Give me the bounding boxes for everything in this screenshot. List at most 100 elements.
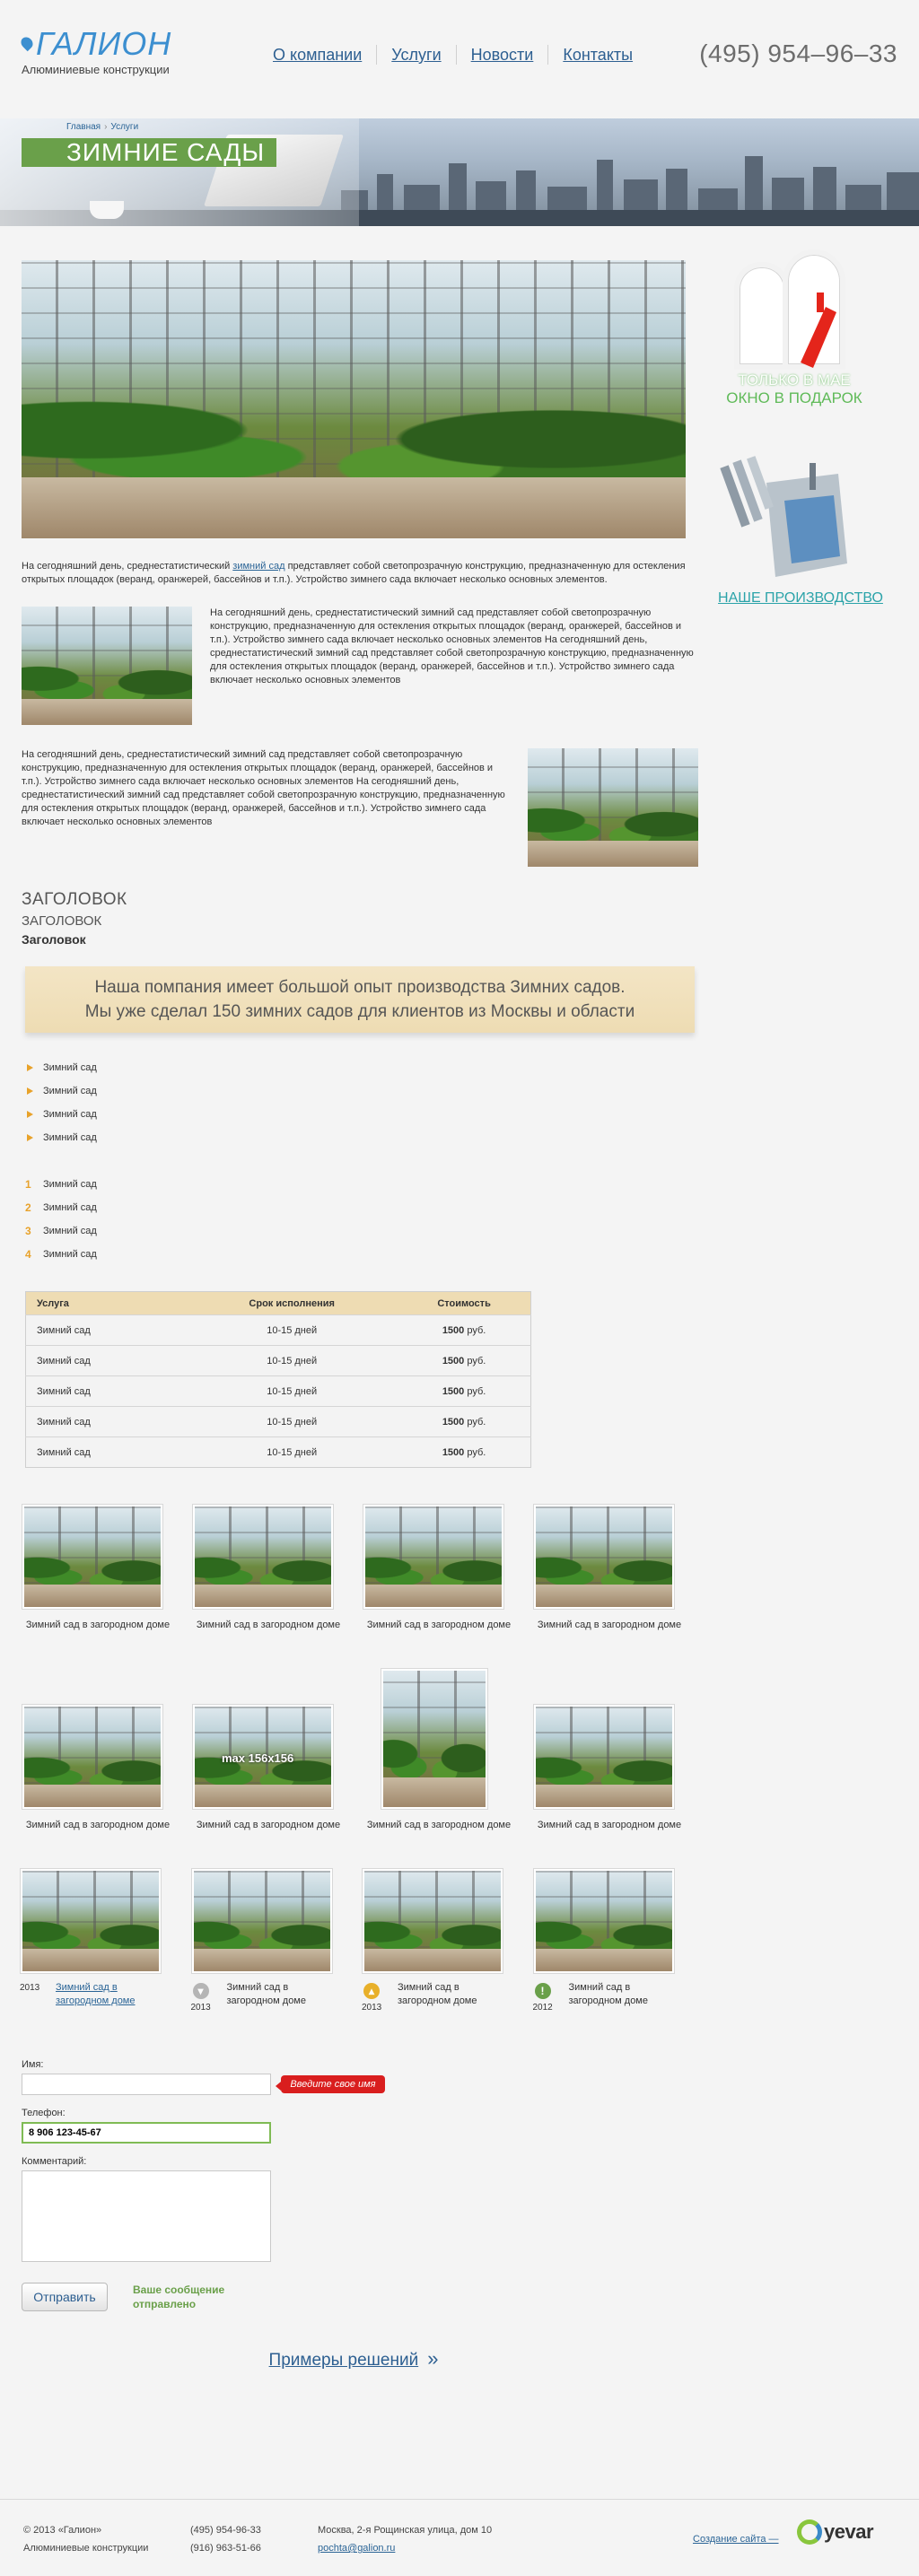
col-service-header: Услуга xyxy=(25,1291,187,1315)
thumbs-down-icon: ▾ xyxy=(192,1983,209,1999)
name-input[interactable] xyxy=(22,2074,271,2095)
gallery-thumbnail[interactable] xyxy=(22,1704,163,1810)
nav-services[interactable]: Услуги xyxy=(376,45,455,65)
list-item-text: Зимний сад xyxy=(43,1226,97,1236)
footer-phone-1: (495) 954-96-33 xyxy=(190,2525,261,2536)
header-phone: (495) 954–96–33 xyxy=(699,39,897,67)
nav-news[interactable]: Новости xyxy=(455,45,548,65)
gallery-caption: Зимний сад в загородном доме xyxy=(196,1620,341,1630)
gallery-item[interactable]: 2013 Зимний сад в загородном доме xyxy=(20,1868,191,2013)
logo-text: ГАЛИОН xyxy=(36,25,172,62)
gallery-thumbnail[interactable]: max 156x156 xyxy=(192,1704,334,1810)
gallery-thumbnail[interactable] xyxy=(533,1504,675,1610)
gallery-item[interactable]: max 156x156 Зимний сад в загородном доме xyxy=(192,1704,363,1832)
gallery-item[interactable]: Зимний сад в загородном доме xyxy=(22,1704,192,1832)
phone-input[interactable] xyxy=(22,2122,271,2144)
gallery-thumbnail[interactable] xyxy=(533,1704,675,1810)
examples-link[interactable]: Примеры решений xyxy=(269,2351,419,2370)
site-credit-link[interactable]: Создание сайта — xyxy=(693,2534,779,2545)
table-header-row: Услуга Срок исполнения Стоимость xyxy=(25,1291,531,1315)
breadcrumb: Главная › Услуги xyxy=(66,122,138,132)
quote-line-2: Мы уже сделал 150 зимних садов для клиен… xyxy=(84,1002,635,1021)
nav-contacts[interactable]: Контакты xyxy=(547,45,647,65)
gallery-thumbnail[interactable] xyxy=(22,1504,163,1610)
price-currency: руб. xyxy=(467,1416,486,1428)
promo-production[interactable]: НАШЕ ПРОИЗВОДСТВО xyxy=(713,456,892,607)
gallery-item[interactable]: ! 2012 Зимний сад в загородном доме xyxy=(532,1868,705,2013)
table-row: Зимний сад 10-15 дней 1500 руб. xyxy=(25,1345,531,1376)
cell-term: 10-15 дней xyxy=(186,1375,398,1407)
name-row: Введите свое имя xyxy=(22,2074,704,2095)
thumbs-up-icon: ▴ xyxy=(363,1983,380,1999)
footer-address: Москва, 2-я Рощинская улица, дом 10 poch… xyxy=(318,2521,492,2557)
gallery-caption: Зимний сад в загородном доме xyxy=(25,1820,171,1830)
price-table: Услуга Срок исполнения Стоимость Зимний … xyxy=(25,1291,531,1468)
gallery-item[interactable]: Зимний сад в загородном доме xyxy=(192,1504,363,1632)
gallery-thumbnail[interactable] xyxy=(363,1504,504,1610)
list-item-text: Зимний сад xyxy=(43,1249,97,1260)
gallery-thumbnail[interactable] xyxy=(190,1868,333,1974)
left-image-paragraph: На сегодняшний день, среднестатистически… xyxy=(210,607,694,685)
phone-label: Телефон: xyxy=(22,2108,66,2118)
cell-term: 10-15 дней xyxy=(186,1406,398,1437)
footer-email-link[interactable]: pochta@galion.ru xyxy=(318,2543,395,2554)
gallery-row-2: Зимний сад в загородном доме max 156x156… xyxy=(22,1668,704,1832)
gallery-item[interactable]: ▾ 2013 Зимний сад в загородном доме xyxy=(190,1868,363,2013)
cell-term: 10-15 дней xyxy=(186,1314,398,1346)
price-currency: руб. xyxy=(467,1355,486,1367)
gallery-thumbnail[interactable] xyxy=(532,1868,675,1974)
submit-row: Отправить Ваше сообщение отправлено xyxy=(22,2283,704,2311)
gallery-caption: Зимний сад в загородном доме xyxy=(196,1820,341,1830)
intro-link[interactable]: зимний сад xyxy=(232,561,284,572)
cell-term: 10-15 дней xyxy=(186,1345,398,1376)
gallery-item[interactable]: Зимний сад в загородном доме xyxy=(22,1504,192,1632)
submit-button[interactable]: Отправить xyxy=(22,2283,108,2311)
breadcrumb-separator: › xyxy=(104,122,108,132)
page-banner: Главная › Услуги ЗИМНИЕ САДЫ xyxy=(0,118,919,226)
footer-phones: (495) 954-96-33 (916) 963-51-66 xyxy=(190,2521,261,2557)
price-value: 1500 xyxy=(442,1355,465,1367)
list-item-text: Зимний сад xyxy=(43,1179,97,1190)
table-row: Зимний сад 10-15 дней 1500 руб. xyxy=(25,1375,531,1407)
left-garden-image xyxy=(22,607,192,725)
gallery-item[interactable]: Зимний сад в загородном доме xyxy=(533,1504,704,1632)
gallery-item[interactable]: Зимний сад в загородном доме xyxy=(533,1704,704,1832)
breadcrumb-services[interactable]: Услуги xyxy=(110,122,138,132)
gallery-caption: Зимний сад в загородном доме xyxy=(537,1820,682,1830)
list-item: 3 Зимний сад xyxy=(22,1219,704,1243)
gallery-caption: Зимний сад в загородном доме xyxy=(398,1982,477,2006)
nav-about[interactable]: О компании xyxy=(271,45,376,65)
gallery-thumbnail[interactable] xyxy=(20,1868,162,1974)
comment-textarea[interactable] xyxy=(22,2170,271,2262)
developer-logo[interactable]: yevar xyxy=(797,2519,874,2545)
table-row: Зимний сад 10-15 дней 1500 руб. xyxy=(25,1406,531,1437)
gallery-item[interactable]: Зимний сад в загородном доме xyxy=(363,1504,533,1632)
comment-label: Комментарий: xyxy=(22,2156,87,2167)
success-message: Ваше сообщение отправлено xyxy=(133,2283,225,2310)
drop-icon xyxy=(18,34,36,52)
promo-window-gift[interactable]: ТОЛЬКО В МАЕ ОКНО В ПОДАРОК xyxy=(726,244,862,407)
gallery-thumbnail[interactable] xyxy=(192,1504,334,1610)
breadcrumb-home[interactable]: Главная xyxy=(66,122,101,132)
yevar-logo-icon xyxy=(797,2519,822,2545)
gallery-row-1: Зимний сад в загородном доме Зимний сад … xyxy=(22,1504,704,1632)
gallery-item[interactable]: ▴ 2013 Зимний сад в загородном доме xyxy=(362,1868,533,2013)
gallery-thumbnail[interactable] xyxy=(381,1668,488,1810)
item-year: 2013 xyxy=(190,2003,211,2013)
cell-service: Зимний сад xyxy=(25,1314,187,1346)
right-image-paragraph: На сегодняшний день, среднестатистически… xyxy=(22,749,505,827)
footer-tagline: Алюминиевые конструкции xyxy=(23,2543,149,2554)
right-garden-image xyxy=(528,748,698,867)
price-currency: руб. xyxy=(467,1446,486,1458)
logo[interactable]: ГАЛИОН Алюминиевые конструкции xyxy=(18,25,172,76)
gallery-caption: Зимний сад в загородном доме xyxy=(226,1982,307,2006)
promo-production-link[interactable]: НАШЕ ПРОИЗВОДСТВО xyxy=(711,590,890,607)
gallery-thumbnail[interactable] xyxy=(362,1868,503,1974)
cell-service: Зимний сад xyxy=(25,1375,187,1407)
heading-level-1: ЗАГОЛОВОК xyxy=(22,890,127,909)
name-label: Имя: xyxy=(22,2059,44,2070)
gallery-item-link[interactable]: Зимний сад в загородном доме xyxy=(56,1982,136,2006)
bullet-list: Зимний сад Зимний сад Зимний сад Зимний … xyxy=(22,1056,704,1149)
double-chevron-right-icon[interactable]: » xyxy=(427,2347,438,2370)
gallery-item[interactable]: Зимний сад в загородном доме xyxy=(363,1668,533,1832)
